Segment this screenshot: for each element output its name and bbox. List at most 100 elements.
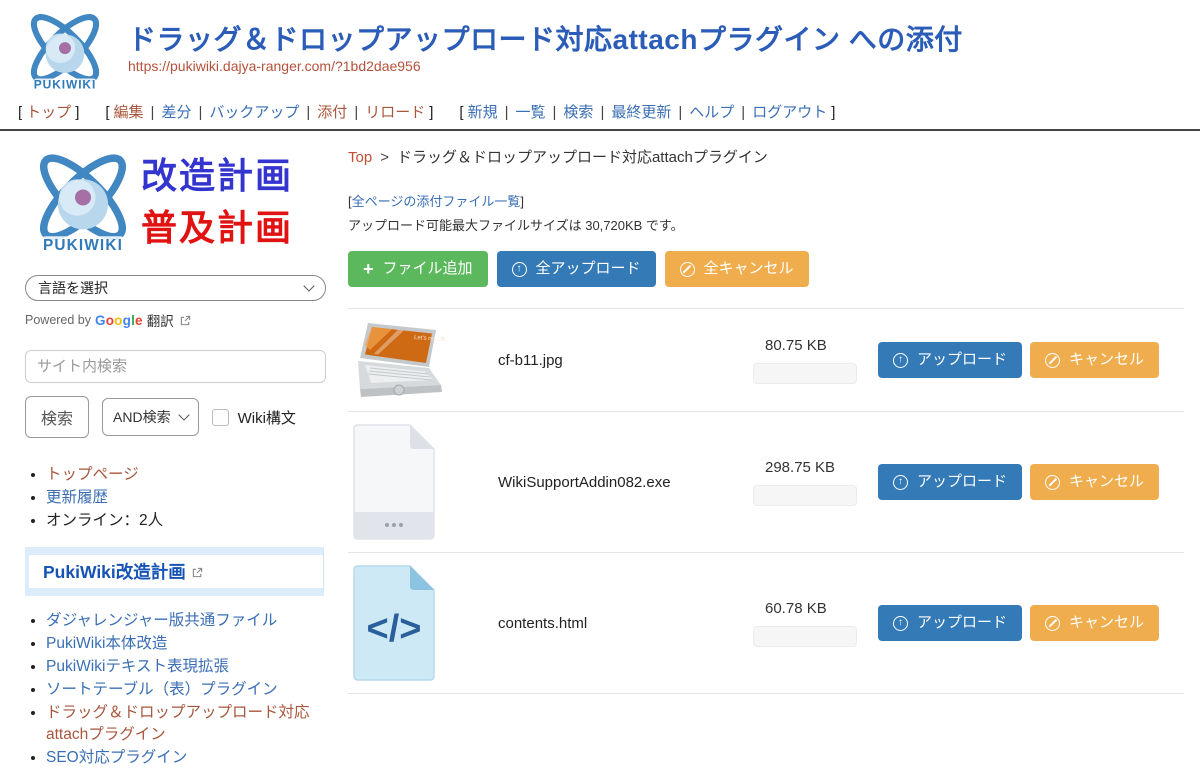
- row-actions: ↑ アップロード キャンセル: [878, 464, 1159, 500]
- file-size: 60.78 KB: [765, 600, 878, 617]
- file-row: WikiSupportAddin082.exe 298.75 KB ↑ アップロ…: [348, 412, 1184, 553]
- upload-button[interactable]: ↑ アップロード: [878, 342, 1022, 378]
- page-url-link[interactable]: https://pukiwiki.dajya-ranger.com/?1bd2d…: [128, 58, 421, 74]
- sidebar-item-dnd-attach[interactable]: ドラッグ＆ドロップアップロード対応attachプラグイン: [46, 704, 310, 743]
- bracket: [: [105, 104, 109, 121]
- list-item: オンライン：2人: [46, 510, 330, 532]
- code-glyph: </>: [367, 608, 422, 650]
- breadcrumb-home-link[interactable]: Top: [348, 149, 372, 166]
- thumbnail-cell: </>: [348, 561, 498, 685]
- logo-wordmark: PUKIWIKI: [43, 237, 123, 254]
- nav-item-list[interactable]: 一覧: [516, 104, 546, 121]
- banner-slogan: 改造計画 普及計画: [141, 150, 293, 254]
- cancel-button[interactable]: キャンセル: [1030, 605, 1159, 641]
- project-box-link[interactable]: PukiWiki改造計画: [43, 562, 186, 582]
- cancel-all-button[interactable]: 全キャンセル: [665, 251, 809, 287]
- search-mode-select[interactable]: AND検索: [102, 398, 199, 436]
- breadcrumb: Top > ドラッグ＆ドロップアップロード対応attachプラグイン: [348, 146, 1184, 167]
- nav-item-diff[interactable]: 差分: [161, 104, 191, 121]
- logo-wordmark: PUKIWIKI: [34, 78, 96, 92]
- bracket: ]: [520, 194, 524, 209]
- bracket: [: [459, 104, 463, 121]
- nav-separator: |: [678, 104, 682, 121]
- plus-icon: +: [363, 261, 374, 277]
- nav-separator: |: [354, 104, 358, 121]
- upload-button[interactable]: ↑ アップロード: [878, 605, 1022, 641]
- nav-separator: |: [151, 104, 155, 121]
- bracket: ]: [831, 104, 835, 121]
- attach-file-list-line: [全ページの添付ファイル一覧]: [348, 191, 1184, 210]
- nav-item-help[interactable]: ヘルプ: [689, 104, 734, 121]
- add-file-button[interactable]: + ファイル追加: [348, 251, 488, 287]
- search-button[interactable]: 検索: [25, 396, 89, 438]
- upload-all-button[interactable]: ↑ 全アップロード: [497, 251, 656, 287]
- sidebar-links-plugins: ダジャレンジャー版共通ファイル PukiWiki本体改造 PukiWikiテキス…: [25, 610, 330, 769]
- nav-separator: |: [600, 104, 604, 121]
- nav-item-reload[interactable]: リロード: [365, 104, 425, 121]
- upload-button[interactable]: ↑ アップロード: [878, 464, 1022, 500]
- sidebar-item-common-files[interactable]: ダジャレンジャー版共通ファイル: [46, 612, 277, 629]
- nav-item-recent[interactable]: 最終更新: [611, 104, 671, 121]
- translate-link[interactable]: 翻訳: [147, 310, 174, 330]
- upload-icon: ↑: [512, 262, 527, 277]
- sidebar-item-top-page[interactable]: トップページ: [46, 466, 139, 483]
- chevron-down-icon: [303, 280, 314, 291]
- progress-bar: [753, 626, 857, 647]
- site-search-input[interactable]: [25, 350, 326, 383]
- search-controls: 検索 AND検索 Wiki構文: [25, 396, 330, 438]
- file-size: 80.75 KB: [765, 337, 878, 354]
- sidebar-item-sort-table[interactable]: ソートテーブル（表）プラグイン: [46, 681, 278, 698]
- breadcrumb-current: ドラッグ＆ドロップアップロード対応attachプラグイン: [397, 149, 768, 166]
- nav-item-attach[interactable]: 添付: [317, 104, 347, 121]
- google-translate-attribution: Powered by Google 翻訳: [25, 310, 330, 330]
- top-navigation: [トップ][編集|差分|バックアップ|添付|リロード][新規|一覧|検索|最終更…: [0, 96, 1200, 131]
- cancel-all-label: 全キャンセル: [704, 260, 794, 278]
- sidebar: PUKIWIKI 改造計画 普及計画 言語を選択 Powered by Goog…: [0, 131, 334, 770]
- sidebar-item-update-history[interactable]: 更新履歴: [46, 489, 108, 506]
- nav-item-backup[interactable]: バックアップ: [209, 104, 299, 121]
- sidebar-banner[interactable]: PUKIWIKI 改造計画 普及計画: [25, 145, 330, 259]
- external-link-icon: [180, 315, 191, 326]
- sidebar-links-primary: トップページ 更新履歴 オンライン：2人: [25, 464, 330, 532]
- cancel-icon: [1045, 353, 1060, 368]
- sidebar-item-text-ext[interactable]: PukiWikiテキスト表現拡張: [46, 658, 229, 675]
- pukiwiki-atom-logo: PUKIWIKI: [25, 145, 141, 259]
- cancel-button[interactable]: キャンセル: [1030, 464, 1159, 500]
- upload-file-table: Let's no…B cf-b11.jpg 80.75 KB ↑: [348, 308, 1184, 694]
- cancel-button[interactable]: キャンセル: [1030, 342, 1159, 378]
- pukiwiki-atom-logo[interactable]: PUKIWIKI: [14, 4, 116, 96]
- wiki-syntax-label: Wiki構文: [238, 407, 296, 428]
- nav-separator: |: [553, 104, 557, 121]
- list-item: SEO対応プラグイン: [46, 747, 330, 769]
- cancel-icon: [1045, 475, 1060, 490]
- page-title: ドラッグ＆ドロップアップロード対応attachプラグイン への添付: [128, 0, 1200, 58]
- wiki-syntax-checkbox[interactable]: [212, 409, 229, 426]
- nav-item-search[interactable]: 検索: [563, 104, 593, 121]
- sidebar-project-box: PukiWiki改造計画: [25, 547, 324, 596]
- search-mode-value: AND検索: [113, 407, 171, 427]
- breadcrumb-separator: >: [380, 149, 389, 166]
- bracket: ]: [429, 104, 433, 121]
- bracket: ]: [75, 104, 79, 121]
- sidebar-item-seo-plugin[interactable]: SEO対応プラグイン: [46, 749, 187, 766]
- file-name: cf-b11.jpg: [498, 352, 753, 369]
- banner-line2: 普及計画: [141, 202, 293, 254]
- language-select[interactable]: 言語を選択: [25, 275, 326, 301]
- nav-item-new[interactable]: 新規: [468, 104, 498, 121]
- list-item: ダジャレンジャー版共通ファイル: [46, 610, 330, 632]
- laptop-photo-thumbnail: Let's no…B: [348, 317, 448, 403]
- nav-item-edit[interactable]: 編集: [114, 104, 144, 121]
- nav-group-top: [トップ]: [14, 104, 83, 121]
- progress-bar: [753, 485, 857, 506]
- row-actions: ↑ アップロード キャンセル: [878, 342, 1159, 378]
- nav-item-logout[interactable]: ログアウト: [752, 104, 827, 121]
- all-pages-attach-list-link[interactable]: 全ページの添付ファイル一覧: [352, 194, 521, 209]
- nav-item-top[interactable]: トップ: [26, 104, 71, 121]
- list-item: PukiWiki本体改造: [46, 633, 330, 655]
- list-item: PukiWikiテキスト表現拡張: [46, 656, 330, 678]
- progress-bar: [753, 363, 857, 384]
- external-link-icon: [192, 567, 203, 578]
- list-item: 更新履歴: [46, 487, 330, 509]
- sidebar-item-core-mod[interactable]: PukiWiki本体改造: [46, 635, 167, 652]
- list-item: トップページ: [46, 464, 330, 486]
